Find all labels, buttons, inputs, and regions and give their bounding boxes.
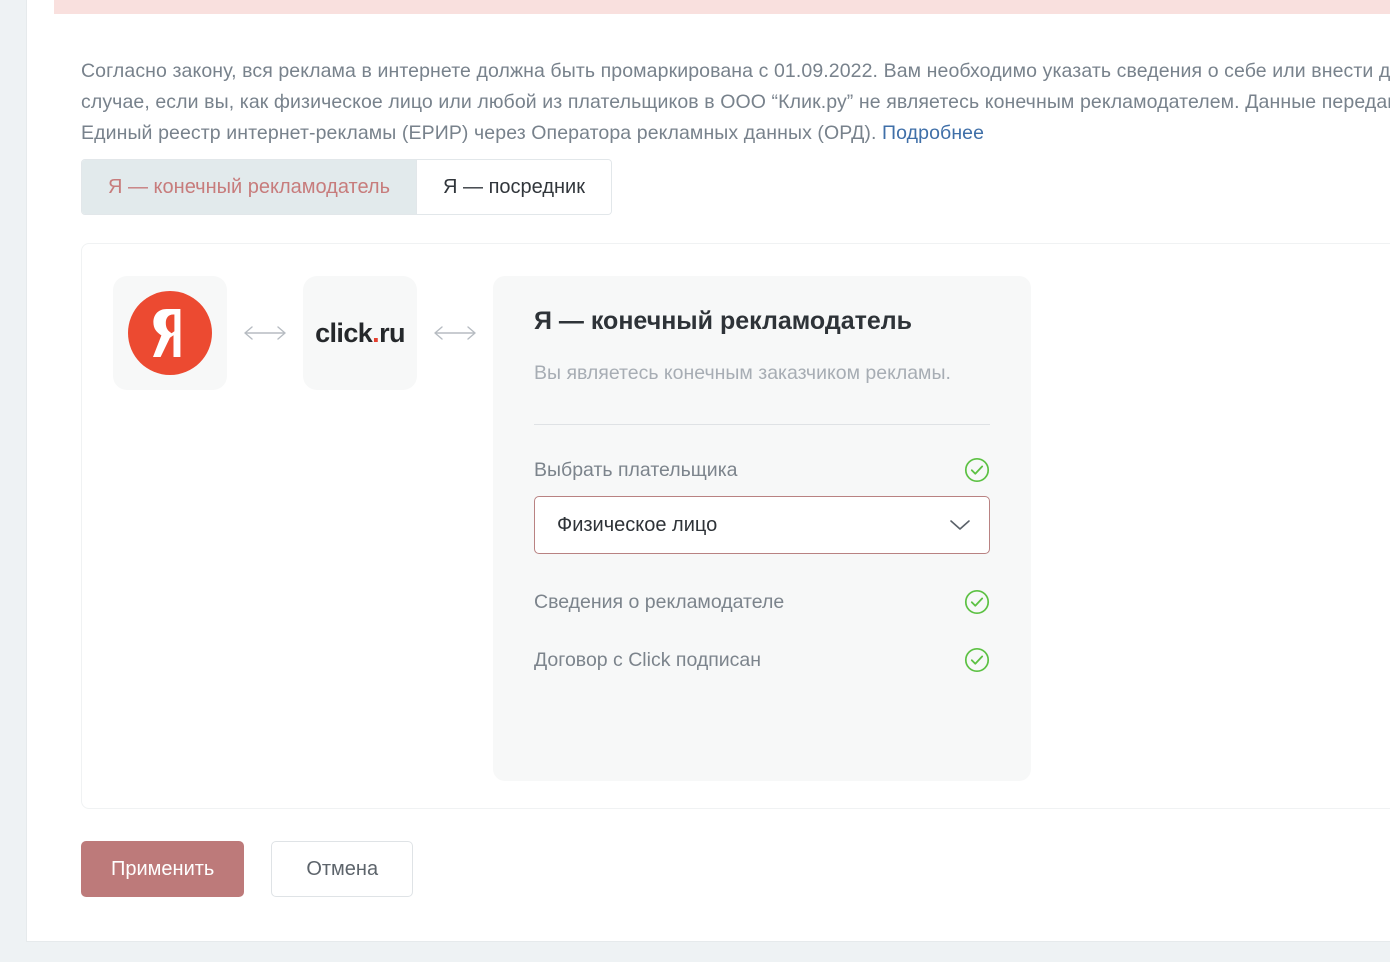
content-sheet: Согласно закону, вся реклама в интернете… [27,0,1390,941]
apply-button[interactable]: Применить [81,841,244,897]
flow-arrow-icon-1 [227,276,303,390]
payer-select[interactable]: Физическое лицо [534,496,990,554]
detail-card-description: Вы являетесь конечным заказчиком рекламы… [534,358,964,388]
detail-card-title: Я — конечный рекламодатель [534,304,990,338]
check-circle-icon-advertiser-info [964,589,990,615]
form-actions: Применить Отмена [81,841,413,897]
cancel-button[interactable]: Отмена [271,841,413,897]
status-row-advertiser-info: Сведения о рекламодателе [534,580,990,624]
tab-final-advertiser[interactable]: Я — конечный рекламодатель [82,160,416,214]
clickru-logo-tile: click.ru [303,276,417,390]
yandex-logo-icon [128,291,212,375]
intro-text: Согласно закону, вся реклама в интернете… [81,60,1390,144]
tab-intermediary[interactable]: Я — посредник [416,160,611,214]
clickru-logo-text: click.ru [315,318,405,349]
learn-more-link[interactable]: Подробнее [882,122,984,144]
detail-card-divider [534,424,990,425]
intro-paragraph: Согласно закону, вся реклама в интернете… [81,56,1390,149]
check-circle-icon-payer [964,457,990,483]
status-label-contract-signed: Договор с Click подписан [534,649,761,672]
payer-select-value: Физическое лицо [557,514,949,537]
alert-banner-strip [54,0,1390,14]
advertiser-detail-card: Я — конечный рекламодатель Вы являетесь … [493,276,1031,781]
payer-select-label: Выбрать плательщика [534,459,738,482]
status-label-advertiser-info: Сведения о рекламодателе [534,591,784,614]
clickru-name: click [315,318,372,348]
flow-arrow-icon-2 [417,276,493,390]
role-tab-group[interactable]: Я — конечный рекламодатель Я — посредник [81,159,612,215]
chevron-down-icon [949,518,971,532]
role-details-panel: click.ru Я — конечный рекламодатель Вы я… [81,243,1390,809]
entity-flow-row: click.ru Я — конечный рекламодатель Вы я… [113,276,1031,781]
yandex-logo-tile [113,276,227,390]
status-row-contract-signed: Договор с Click подписан [534,638,990,682]
payer-field-header: Выбрать плательщика [534,457,990,483]
check-circle-icon-contract-signed [964,647,990,673]
clickru-tld: ru [379,318,405,348]
page-root: Согласно закону, вся реклама в интернете… [0,0,1390,962]
